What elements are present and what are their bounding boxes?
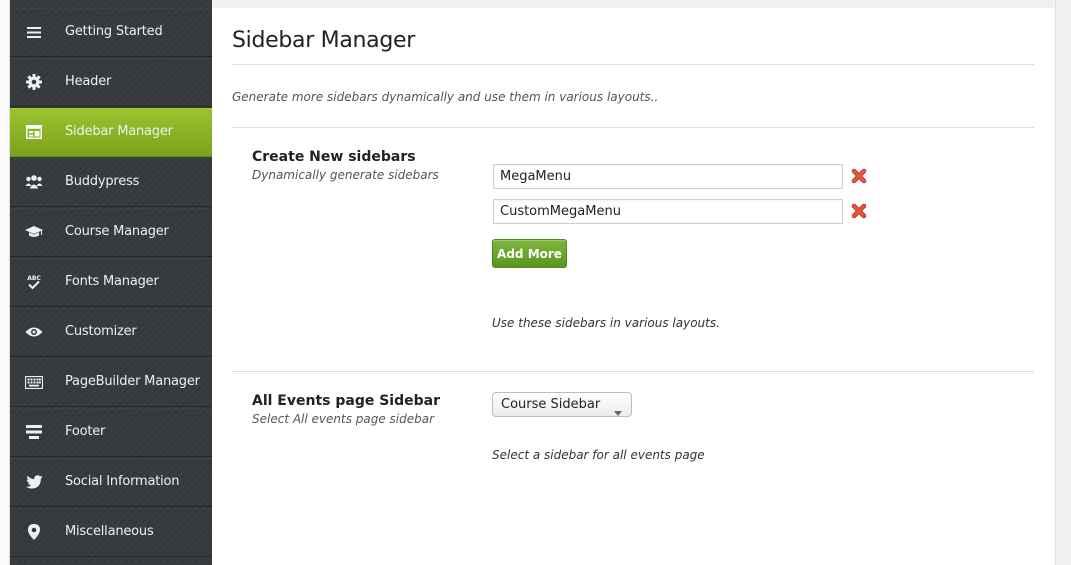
sidebar-name-input[interactable] <box>493 164 843 189</box>
sidebar-item-label: PageBuilder Manager <box>65 374 200 389</box>
sidebar-item-label: Customizer <box>65 324 137 339</box>
page-subtitle: Generate more sidebars dynamically and u… <box>232 90 659 104</box>
section-divider <box>232 371 1034 372</box>
settings-sidebar: Getting Started Header Sidebar Manager B… <box>10 0 212 565</box>
keyboard-icon <box>24 372 44 392</box>
title-divider <box>232 64 1034 65</box>
sidebar-item-getting-started[interactable]: Getting Started <box>10 8 212 57</box>
map-pin-icon <box>24 522 44 542</box>
spellcheck-abc-glyph: ABC <box>27 275 41 282</box>
twitter-icon <box>24 472 44 492</box>
events-sidebar-title: All Events page Sidebar <box>252 393 440 409</box>
chevron-down-icon <box>614 402 622 416</box>
users-icon <box>24 172 44 192</box>
footer-layout-icon <box>24 422 44 442</box>
left-gutter <box>0 0 10 565</box>
sidebar-item-footer[interactable]: Footer <box>10 408 212 457</box>
sidebar-item-social-information[interactable]: Social Information <box>10 458 212 507</box>
sidebar-item-sidebar-manager[interactable]: Sidebar Manager <box>10 108 212 157</box>
sidebar-item-miscellaneous[interactable]: Miscellaneous <box>10 508 212 557</box>
create-sidebars-help: Use these sidebars in various layouts. <box>492 316 720 330</box>
select-value: Course Sidebar <box>501 397 601 412</box>
section-divider <box>232 127 1034 128</box>
sidebar-item-label: Footer <box>65 424 106 439</box>
events-sidebar-select[interactable]: Course Sidebar <box>492 392 632 417</box>
sidebar-item-label: Course Manager <box>65 224 169 239</box>
sidebar-item-label: Buddypress <box>65 174 140 189</box>
gear-icon <box>24 72 44 92</box>
sidebar-item-pagebuilder-manager[interactable]: PageBuilder Manager <box>10 358 212 407</box>
sidebar-item-customizer[interactable]: Customizer <box>10 308 212 357</box>
spellcheck-icon: ABC <box>24 272 44 292</box>
right-gutter <box>1055 0 1071 565</box>
graduation-cap-icon <box>24 222 44 242</box>
sidebar-item-label: Getting Started <box>65 24 163 39</box>
remove-icon[interactable] <box>851 168 867 184</box>
eye-icon <box>24 322 44 342</box>
events-sidebar-description: Select All events page sidebar <box>252 412 435 426</box>
sidebar-item-course-manager[interactable]: Course Manager <box>10 208 212 257</box>
sidebar-item-header[interactable]: Header <box>10 58 212 107</box>
sidebar-item-buddypress[interactable]: Buddypress <box>10 158 212 207</box>
sidebar-item-fonts-manager[interactable]: ABC Fonts Manager <box>10 258 212 307</box>
create-sidebars-description: Dynamically generate sidebars <box>252 168 439 182</box>
sidebar-name-input[interactable] <box>493 199 843 224</box>
sidebar-item-label: Header <box>65 74 112 89</box>
page-title: Sidebar Manager <box>232 28 415 53</box>
settings-panel: Sidebar Manager Generate more sidebars d… <box>212 0 1055 565</box>
remove-icon[interactable] <box>851 203 867 219</box>
sidebar-item-label: Social Information <box>65 474 180 489</box>
create-sidebars-title: Create New sidebars <box>252 149 416 165</box>
menu-icon <box>24 22 44 42</box>
sidebar-layout-icon <box>24 122 44 142</box>
sidebar-item-label: Miscellaneous <box>65 524 154 539</box>
top-strip <box>212 0 1055 8</box>
events-sidebar-help: Select a sidebar for all events page <box>492 448 705 462</box>
sidebar-item-label: Fonts Manager <box>65 274 159 289</box>
add-more-button[interactable]: Add More <box>492 239 567 268</box>
sidebar-item-label: Sidebar Manager <box>65 124 173 139</box>
